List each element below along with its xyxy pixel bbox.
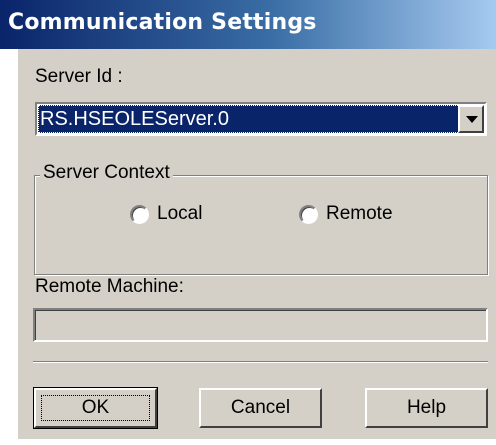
server-id-select[interactable]: RS.HSEOLEServer.0 [35,102,487,136]
help-button[interactable]: Help [365,388,488,428]
ok-button[interactable]: OK [33,387,158,429]
dialog-body: Server Id : RS.HSEOLEServer.0 Server Con… [18,49,496,439]
cancel-button[interactable]: Cancel [199,388,322,428]
server-id-selected-value[interactable]: RS.HSEOLEServer.0 [38,105,462,133]
server-id-label: Server Id : [35,66,123,87]
radio-local-label: Local [157,203,203,224]
chevron-down-icon [466,116,478,123]
server-context-legend: Server Context [40,162,173,184]
radio-remote-circle[interactable] [299,204,318,224]
remote-machine-label: Remote Machine: [35,276,184,297]
dropdown-button[interactable] [458,105,484,133]
separator [33,361,488,363]
remote-machine-field[interactable] [33,308,488,342]
radio-remote-label: Remote [326,203,393,224]
radio-remote[interactable]: Remote [299,203,393,225]
radio-local[interactable]: Local [130,203,202,225]
radio-local-circle[interactable] [130,204,149,224]
title-bar: Communication Settings [0,0,496,49]
server-context-group [34,175,488,275]
window-title: Communication Settings [8,10,317,35]
